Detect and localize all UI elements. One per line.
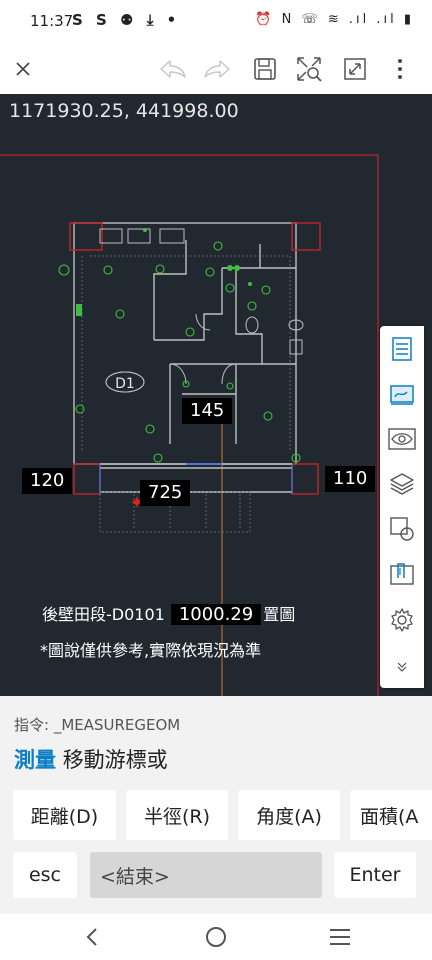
prompt-text: 移動游標或: [62, 748, 168, 772]
home-button[interactable]: [196, 922, 236, 952]
more-vertical-icon: [398, 59, 402, 79]
save-icon: [254, 58, 276, 80]
prompt-keyword: 測量: [14, 748, 56, 772]
undo-button[interactable]: [156, 52, 190, 86]
view-button[interactable]: [387, 424, 417, 454]
system-status-icons: ⏰ N ☏ ≋ .ıl .ıl ▮: [255, 12, 414, 27]
dimension-725: 725: [140, 480, 191, 506]
system-nav-bar: [0, 914, 432, 960]
settings-button[interactable]: [387, 605, 417, 635]
sheets-button[interactable]: [387, 380, 417, 410]
layers-icon: [390, 473, 414, 495]
recents-button[interactable]: [320, 922, 360, 952]
zoom-extents-icon: [297, 57, 322, 82]
gear-icon: [391, 608, 413, 632]
top-toolbar: [0, 44, 432, 94]
eye-icon: [388, 428, 416, 450]
drawing-canvas[interactable]: 1171930.25, 441998.00 D1 145 120 110 725…: [0, 94, 432, 696]
command-history: 指令: _MEASUREGEOM: [14, 716, 181, 734]
layers-button[interactable]: [387, 469, 417, 499]
status-time: 11:37: [30, 12, 74, 30]
option-radius-button[interactable]: 半徑(R): [126, 790, 228, 840]
back-button[interactable]: [72, 922, 112, 952]
fullscreen-button[interactable]: [338, 52, 372, 86]
zoom-extents-button[interactable]: [292, 52, 326, 86]
caption-prefix: 後壁田段-D0101: [42, 605, 165, 624]
expand-panel-button[interactable]: [387, 652, 417, 682]
redo-button[interactable]: [200, 52, 234, 86]
caption-suffix: 置圖: [263, 605, 296, 624]
fullscreen-icon: [344, 58, 366, 80]
home-circle-icon: [206, 927, 226, 947]
enter-button[interactable]: Enter: [334, 852, 416, 898]
close-button[interactable]: [6, 52, 40, 86]
properties-button[interactable]: [387, 334, 417, 364]
option-area-button[interactable]: 面積(A: [350, 790, 432, 840]
dimension-1000: 1000.29: [170, 604, 262, 625]
shapes-icon: [390, 517, 414, 541]
command-input[interactable]: <結束>: [90, 852, 322, 898]
recents-menu-icon: [330, 929, 350, 945]
properties-icon: [392, 337, 412, 361]
measure-button[interactable]: [387, 559, 417, 589]
side-tool-panel: [380, 326, 424, 688]
command-prompt: 測量 移動游標或: [14, 744, 168, 774]
save-button[interactable]: [248, 52, 282, 86]
drawing-caption-line1: 後壁田段-D0101 1000.29 置圖: [42, 601, 295, 628]
option-angle-button[interactable]: 角度(A): [238, 790, 340, 840]
chevron-down-icon: [397, 662, 407, 672]
sheets-icon: [390, 385, 414, 405]
status-bar: 11:37 S S ⚉ ⤓ • ⏰ N ☏ ≋ .ıl .ıl ▮: [0, 0, 432, 44]
close-icon: [16, 62, 30, 76]
drawing-caption-line2: *圖說僅供參考,實際依現況為準: [40, 641, 262, 660]
more-menu-button[interactable]: [383, 52, 417, 86]
option-distance-button[interactable]: 距離(D): [13, 790, 116, 840]
undo-icon: [160, 60, 186, 78]
redo-icon: [204, 60, 230, 78]
esc-button[interactable]: esc: [13, 852, 77, 898]
draw-tools-button[interactable]: [387, 514, 417, 544]
measure-icon: [390, 563, 414, 585]
dimension-110: 110: [325, 466, 376, 492]
dimension-120: 120: [22, 468, 73, 494]
room-tag: D1: [115, 376, 135, 392]
notification-icons: S S ⚉ ⤓ •: [72, 11, 181, 29]
command-area: 指令: _MEASUREGEOM 測量 移動游標或 距離(D) 半徑(R) 角度…: [0, 696, 432, 914]
back-chevron-icon: [86, 928, 97, 946]
dimension-145: 145: [182, 398, 233, 424]
